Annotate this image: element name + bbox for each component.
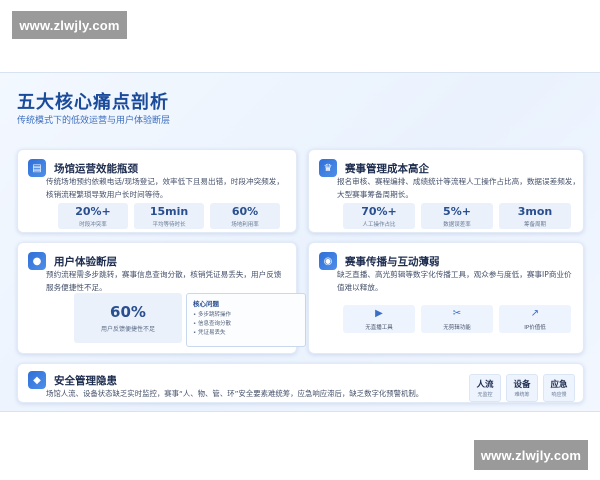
stat-error-rate: 5%+ 数据误差率: [421, 203, 493, 229]
page-subtitle: 传统模式下的低效运营与用户体验断层: [17, 116, 171, 126]
issue-item: • 多步跳转操作: [193, 312, 232, 318]
core-issues-box: 核心问题 • 多步跳转操作 • 信息查询分散 • 凭证易丢失: [186, 293, 306, 347]
watermark-bottom: www.zlwjly.com: [474, 440, 588, 470]
card-description: 传统场地预约依赖电话/现场登记，效率低下且易出错，时段冲突频发， 核销流程繁琐导…: [46, 177, 284, 199]
stat-utilization: 60% 场地利用率: [210, 203, 280, 229]
page-title: 五大核心痛点剖析: [17, 92, 169, 113]
building-icon: ▤: [28, 159, 46, 177]
card-event-cost: ♛ 赛事管理成本高企 报名审核、赛程编排、成绩统计等流程人工操作占比高，数据误差…: [308, 149, 584, 233]
tool-edit: ✂ 无剪辑功能: [421, 305, 493, 333]
video-icon: ▶: [375, 307, 383, 319]
card-title: 场馆运营效能瓶颈: [54, 162, 138, 175]
badge-crowd: 人流 无监控: [469, 374, 501, 402]
card-description: 预约流程需多步跳转，赛事信息查询分散，核销凭证易丢失，用户反馈 服务便捷性不足。: [46, 270, 282, 292]
card-description: 场馆人流、设备状态缺乏实时监控，赛事“人、物、管、环”安全要素难统筹，应急响应滞…: [46, 389, 424, 398]
scissors-icon: ✂: [452, 307, 462, 319]
card-user-experience: ● 用户体验断层 预约流程需多步跳转，赛事信息查询分散，核销凭证易丢失，用户反馈…: [17, 242, 306, 354]
chart-icon: ↗: [530, 307, 540, 319]
stat-convenience: 60% 用户反馈便捷性不足: [74, 293, 182, 343]
card-broadcast: ◉ 赛事传播与互动薄弱 缺乏直播、高光剪辑等数字化传播工具，观众参与度低，赛事I…: [308, 242, 584, 354]
card-security: ◆ 安全管理隐患 场馆人流、设备状态缺乏实时监控，赛事“人、物、管、环”安全要素…: [17, 363, 584, 403]
badge-equipment: 设备 难统筹: [506, 374, 538, 402]
stat-prep-cycle: 3mon 筹备周期: [499, 203, 571, 229]
user-icon: ●: [28, 252, 46, 270]
tool-live: ▶ 无直播工具: [343, 305, 415, 333]
stat-manual-ratio: 70%+ 人工操作占比: [343, 203, 415, 229]
issue-item: • 凭证易丢失: [193, 330, 226, 336]
slide: 五大核心痛点剖析 传统模式下的低效运营与用户体验断层 ▤ 场馆运营效能瓶颈 传统…: [0, 72, 600, 412]
issue-item: • 信息查询分散: [193, 321, 232, 327]
card-title: 安全管理隐患: [54, 374, 117, 387]
card-title: 用户体验断层: [54, 255, 117, 268]
tool-ip: ↗ IP价值低: [499, 305, 571, 333]
stat-conflict-rate: 20%+ 时段冲突率: [58, 203, 128, 229]
card-title: 赛事管理成本高企: [345, 162, 429, 175]
card-venue-efficiency: ▤ 场馆运营效能瓶颈 传统场地预约依赖电话/现场登记，效率低下且易出错，时段冲突…: [17, 149, 297, 233]
watermark-top: www.zlwjly.com: [12, 11, 127, 39]
card-title: 赛事传播与互动薄弱: [345, 255, 440, 268]
stat-wait-time: 15min 平均等待时长: [134, 203, 204, 229]
shield-icon: ◆: [28, 371, 46, 389]
card-description: 缺乏直播、高光剪辑等数字化传播工具，观众参与度低，赛事IP商业价 值难以释放。: [337, 270, 572, 292]
card-description: 报名审核、赛程编排、成绩统计等流程人工操作占比高，数据误差频发， 大型赛事筹备周…: [337, 177, 580, 199]
trophy-icon: ♛: [319, 159, 337, 177]
badge-emergency: 应急 响应慢: [543, 374, 575, 402]
broadcast-icon: ◉: [319, 252, 337, 270]
